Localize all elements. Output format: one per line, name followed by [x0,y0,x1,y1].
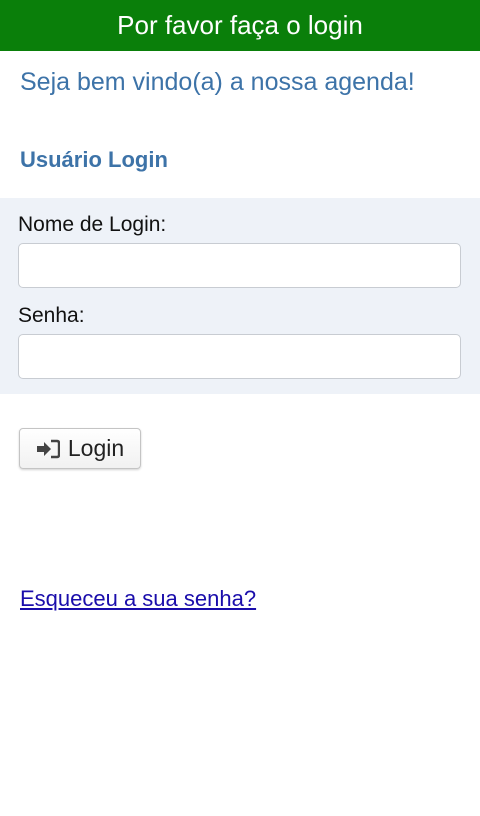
password-label: Senha: [18,304,85,327]
page-header: Por favor faça o login [0,0,480,51]
sign-in-icon [36,439,60,459]
login-name-input[interactable] [18,243,461,288]
login-button[interactable]: Login [19,428,141,469]
login-button-label: Login [67,435,125,461]
header-title: Por favor faça o login [117,10,363,40]
password-input[interactable] [18,334,461,379]
section-title: Usuário Login [20,147,168,172]
login-name-label: Nome de Login: [18,213,167,236]
forgot-password-link[interactable]: Esqueceu a sua senha? [20,586,256,612]
login-page: Por favor faça o login Seja bem vindo(a)… [0,0,480,816]
welcome-message: Seja bem vindo(a) a nossa agenda! [20,68,415,96]
